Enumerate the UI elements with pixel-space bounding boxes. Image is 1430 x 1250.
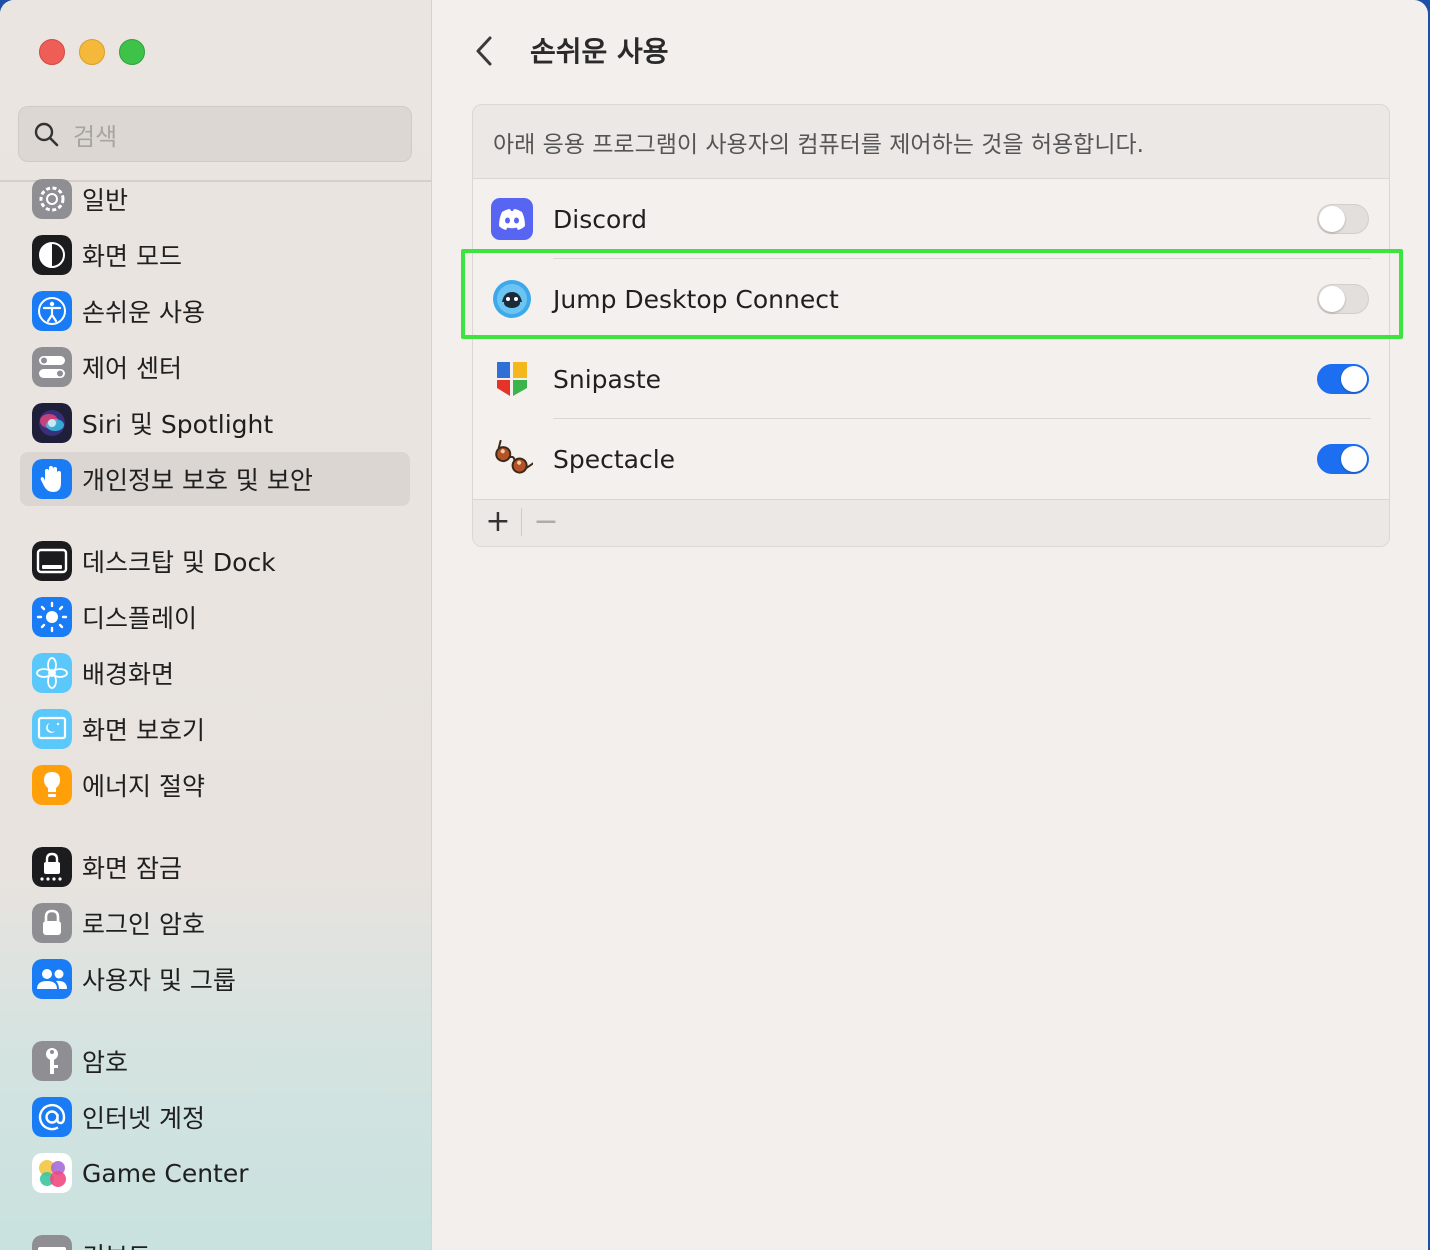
keyboard-icon <box>32 1235 72 1250</box>
panel-footer: + − <box>473 499 1389 546</box>
sidebar-item-screensaver[interactable]: 화면 보호기 <box>20 702 410 756</box>
login-lock-icon <box>32 903 72 943</box>
key-icon <box>32 1041 72 1081</box>
toggle-knob <box>1319 286 1345 312</box>
sidebar-item-appearance[interactable]: 화면 모드 <box>20 228 410 282</box>
discord-toggle[interactable] <box>1317 204 1369 234</box>
discord-icon <box>491 198 533 240</box>
minimize-window-button[interactable] <box>79 39 105 65</box>
search-placeholder: 검색 <box>73 122 118 151</box>
system-settings-window: 검색 일반 화면 모드 손쉬운 사용 제어 센터 Siri 및 Spotligh… <box>0 0 1428 1250</box>
sidebar-item-privacy-security[interactable]: 개인정보 보호 및 보안 <box>20 452 410 506</box>
add-app-button[interactable]: + <box>483 507 513 538</box>
sidebar-item-login-password[interactable]: 로그인 암호 <box>20 896 410 950</box>
toggle-knob <box>1319 206 1345 232</box>
users-icon <box>32 959 72 999</box>
app-permissions-panel: 아래 응용 프로그램이 사용자의 컴퓨터를 제어하는 것을 허용합니다. Dis… <box>472 104 1390 547</box>
panel-description: 아래 응용 프로그램이 사용자의 컴퓨터를 제어하는 것을 허용합니다. <box>493 132 1144 158</box>
footer-divider <box>521 508 522 536</box>
search-icon <box>34 122 59 147</box>
sidebar-item-control-center[interactable]: 제어 센터 <box>20 340 410 394</box>
search-input[interactable]: 검색 <box>18 106 412 162</box>
sidebar-item-passwords[interactable]: 암호 <box>20 1034 410 1088</box>
wallpaper-icon <box>32 653 72 693</box>
window-controls <box>39 39 145 65</box>
sidebar-item-general[interactable]: 일반 <box>20 172 410 226</box>
sidebar-item-wallpaper[interactable]: 배경화면 <box>20 646 410 700</box>
gear-icon <box>32 179 72 219</box>
snipaste-toggle[interactable] <box>1317 364 1369 394</box>
energy-icon <box>32 765 72 805</box>
close-window-button[interactable] <box>39 39 65 65</box>
app-row-snipaste: Snipaste <box>473 339 1389 419</box>
sidebar-item-users-groups[interactable]: 사용자 및 그룹 <box>20 952 410 1006</box>
lock-screen-icon <box>32 847 72 887</box>
sidebar-item-internet-accounts[interactable]: 인터넷 계정 <box>20 1090 410 1144</box>
sidebar-item-lock-screen[interactable]: 화면 잠금 <box>20 840 410 894</box>
toggle-knob <box>1341 366 1367 392</box>
siri-icon <box>32 403 72 443</box>
app-list: Discord Jump Desktop Connect Snipaste Sp… <box>473 179 1389 499</box>
accessibility-icon <box>32 291 72 331</box>
content-pane: 손쉬운 사용 아래 응용 프로그램이 사용자의 컴퓨터를 제어하는 것을 허용합… <box>432 0 1428 1250</box>
app-row-discord: Discord <box>473 179 1389 259</box>
spectacle-icon <box>491 438 535 480</box>
jump-desktop-icon <box>491 278 533 320</box>
zoom-window-button[interactable] <box>119 39 145 65</box>
jump-desktop-toggle[interactable] <box>1317 284 1369 314</box>
sidebar: 검색 일반 화면 모드 손쉬운 사용 제어 센터 Siri 및 Spotligh… <box>0 0 432 1250</box>
back-chevron-icon[interactable] <box>470 32 498 70</box>
snipaste-icon <box>491 358 533 400</box>
sidebar-item-game-center[interactable]: Game Center <box>20 1146 410 1200</box>
sidebar-item-energy[interactable]: 에너지 절약 <box>20 758 410 812</box>
dock-icon <box>32 541 72 581</box>
control-center-icon <box>32 347 72 387</box>
sidebar-item-keyboard[interactable]: 키보드 <box>20 1228 410 1250</box>
game-center-icon <box>32 1153 72 1193</box>
at-icon <box>32 1097 72 1137</box>
display-icon <box>32 597 72 637</box>
sidebar-item-display[interactable]: 디스플레이 <box>20 590 410 644</box>
page-title: 손쉬운 사용 <box>530 35 669 68</box>
toggle-knob <box>1341 446 1367 472</box>
appearance-icon <box>32 235 72 275</box>
sidebar-item-accessibility[interactable]: 손쉬운 사용 <box>20 284 410 338</box>
app-row-spectacle: Spectacle <box>473 419 1389 499</box>
spectacle-toggle[interactable] <box>1317 444 1369 474</box>
sidebar-item-siri-spotlight[interactable]: Siri 및 Spotlight <box>20 396 410 450</box>
app-row-jump-desktop-connect: Jump Desktop Connect <box>473 259 1389 339</box>
hand-icon <box>32 459 72 499</box>
screensaver-icon <box>32 709 72 749</box>
sidebar-item-desktop-dock[interactable]: 데스크탑 및 Dock <box>20 534 410 588</box>
remove-app-button[interactable]: − <box>531 507 561 538</box>
